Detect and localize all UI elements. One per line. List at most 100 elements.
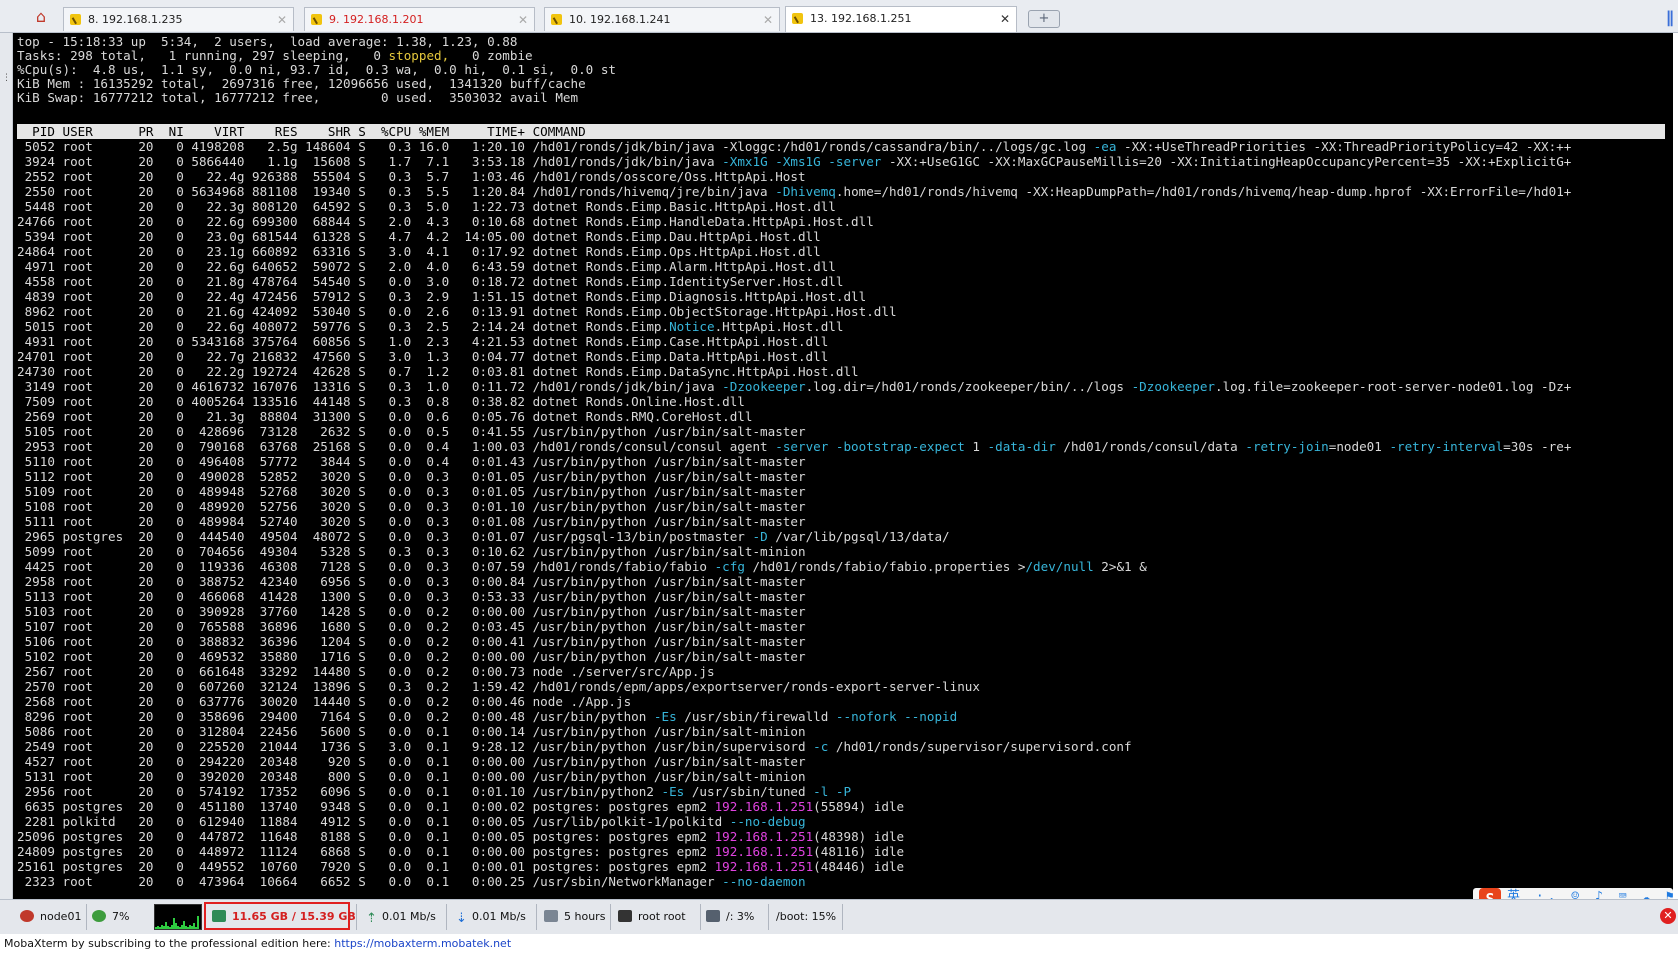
- process-fields: 5107 root 20 0 765588 36896 1680 S 0.0 0…: [17, 619, 533, 634]
- process-row: 5103 root 20 0 390928 37760 1428 S 0.0 0…: [17, 604, 1673, 619]
- process-command: -retry-join: [1245, 439, 1329, 454]
- process-row: 2570 root 20 0 607260 32124 13896 S 0.3 …: [17, 679, 1673, 694]
- process-command: dotnet Ronds.Eimp.IdentityServer.Host.dl…: [532, 274, 844, 289]
- download-arrow-icon: ⇣: [456, 911, 467, 926]
- process-fields: 2569 root 20 0 21.3g 88804 31300 S 0.0 0…: [17, 409, 533, 424]
- process-row: 5112 root 20 0 490028 52852 3020 S 0.0 0…: [17, 469, 1673, 484]
- cpu-graph-bar: [197, 916, 199, 929]
- memory-indicator[interactable]: 11.65 GB / 15.39 GB: [212, 905, 356, 929]
- process-fields: 4839 root 20 0 22.4g 472456 57912 S 0.3 …: [17, 289, 533, 304]
- process-command: /usr/bin/python /usr/bin/supervisord: [532, 739, 814, 754]
- process-command: 1: [964, 439, 988, 454]
- footer-text: MobaXterm by subscribing to the professi…: [4, 937, 335, 950]
- process-row: 3149 root 20 0 4616732 167076 13316 S 0.…: [17, 379, 1673, 394]
- process-row: 2958 root 20 0 388752 42340 6956 S 0.0 0…: [17, 574, 1673, 589]
- process-row: 25096 postgres 20 0 447872 11648 8188 S …: [17, 829, 1673, 844]
- close-tab-icon[interactable]: ✕: [763, 8, 773, 31]
- process-command: /hd01/ronds/epm/apps/exportserver/ronds-…: [532, 679, 980, 694]
- uptime-indicator[interactable]: 5 hours: [544, 905, 605, 929]
- process-command: /usr/bin/python /usr/bin/salt-master: [532, 484, 806, 499]
- process-command: (48446) idle: [813, 859, 905, 874]
- home-icon[interactable]: ⌂: [30, 7, 52, 27]
- process-fields: 2965 postgres 20 0 444540 49504 48072 S …: [17, 529, 533, 544]
- terminal-window[interactable]: top - 15:18:33 up 5:34, 2 users, load av…: [13, 33, 1673, 899]
- process-row: 5102 root 20 0 469532 35880 1716 S 0.0 0…: [17, 649, 1673, 664]
- process-fields: 4527 root 20 0 294220 20348 920 S 0.0 0.…: [17, 754, 533, 769]
- process-fields: 25161 postgres 20 0 449552 10760 7920 S …: [17, 859, 533, 874]
- process-row: 5131 root 20 0 392020 20348 800 S 0.0 0.…: [17, 769, 1673, 784]
- process-row: 4425 root 20 0 119336 46308 7128 S 0.0 0…: [17, 559, 1673, 574]
- process-row: 2567 root 20 0 661648 33292 14480 S 0.0 …: [17, 664, 1673, 679]
- process-command: --nofork --nopid: [835, 709, 958, 724]
- process-command: postgres: postgres epm2: [532, 844, 715, 859]
- process-fields: 5103 root 20 0 390928 37760 1428 S 0.0 0…: [17, 604, 533, 619]
- process-command: /hd01/ronds/jdk/bin/java -Xloggc:/hd01/r…: [532, 139, 1094, 154]
- process-command: postgres: postgres epm2: [532, 799, 715, 814]
- process-command: 192.168.1.251: [714, 799, 814, 814]
- process-command: -Es: [653, 709, 677, 724]
- process-row: 8296 root 20 0 358696 29400 7164 S 0.0 0…: [17, 709, 1673, 724]
- sogou-ime-icon[interactable]: S: [1479, 888, 1501, 899]
- process-row: 5109 root 20 0 489948 52768 3020 S 0.0 0…: [17, 484, 1673, 499]
- process-row: 6635 postgres 20 0 451180 13740 9348 S 0…: [17, 799, 1673, 814]
- tasks-zombie: 0 zombie: [449, 48, 533, 63]
- process-command: /usr/bin/python /usr/bin/salt-master: [532, 589, 806, 604]
- process-command: 192.168.1.251: [714, 859, 814, 874]
- cpu-line: %Cpu(s): 4.8 us, 1.1 sy, 0.0 ni, 93.7 id…: [17, 62, 616, 77]
- close-icon[interactable]: ✕: [1660, 908, 1676, 924]
- process-fields: 5111 root 20 0 489984 52740 3020 S 0.0 0…: [17, 514, 533, 529]
- new-tab-button[interactable]: +: [1028, 10, 1060, 28]
- process-row: 8962 root 20 0 21.6g 424092 53040 S 0.0 …: [17, 304, 1673, 319]
- upload-label: 0.01 Mb/s: [382, 910, 436, 923]
- process-row: 24701 root 20 0 22.7g 216832 47560 S 3.0…: [17, 349, 1673, 364]
- process-row: 4527 root 20 0 294220 20348 920 S 0.0 0.…: [17, 754, 1673, 769]
- process-fields: 5102 root 20 0 469532 35880 1716 S 0.0 0…: [17, 649, 533, 664]
- process-command: dotnet Ronds.Eimp.: [532, 319, 670, 334]
- user-indicator[interactable]: root root: [618, 905, 686, 929]
- cpu-indicator[interactable]: 7%: [92, 905, 129, 929]
- tab-session-1[interactable]: 8. 192.168.1.235 ✕: [63, 7, 294, 31]
- paperclip-icon[interactable]: ∥: [1666, 8, 1674, 27]
- process-command: /var/lib/pgsql/13/data/: [767, 529, 950, 544]
- close-tab-icon[interactable]: ✕: [518, 8, 528, 31]
- process-command: -data-dir: [987, 439, 1056, 454]
- process-command: .HttpApi.Host.dll: [714, 319, 844, 334]
- ime-toolbar[interactable]: S 英 ·, ☺ ♪ ⌨ ☁ ⚑ ▮: [1473, 888, 1673, 899]
- process-row: 2965 postgres 20 0 444540 49504 48072 S …: [17, 529, 1673, 544]
- process-command: (55894) idle: [813, 799, 905, 814]
- ime-tools[interactable]: 英 ·, ☺ ♪ ⌨ ☁ ⚑ ▮: [1507, 889, 1673, 899]
- tasks-stopped: stopped,: [388, 48, 450, 63]
- process-fields: 25096 postgres 20 0 447872 11648 8188 S …: [17, 829, 533, 844]
- process-command: -c: [813, 739, 829, 754]
- upload-indicator[interactable]: ⇡ 0.01 Mb/s: [366, 905, 436, 929]
- download-indicator[interactable]: ⇣ 0.01 Mb/s: [456, 905, 526, 929]
- process-command: dotnet Ronds.Eimp.Dau.HttpApi.Host.dll: [532, 229, 821, 244]
- process-row: 5113 root 20 0 466068 41428 1300 S 0.0 0…: [17, 589, 1673, 604]
- mobaxterm-link[interactable]: https://mobaxterm.mobatek.net: [334, 937, 511, 950]
- process-fields: 24766 root 20 0 22.6g 699300 68844 S 2.0…: [17, 214, 533, 229]
- process-row: 2953 root 20 0 790168 63768 25168 S 0.0 …: [17, 439, 1673, 454]
- process-command: /usr/bin/python /usr/bin/salt-master: [532, 604, 806, 619]
- process-command: node ./server/src/App.js: [532, 664, 715, 679]
- cpu-icon: [92, 910, 106, 922]
- process-fields: 4558 root 20 0 21.8g 478764 54540 S 0.0 …: [17, 274, 533, 289]
- disk-boot-indicator[interactable]: /boot: 15%: [776, 905, 836, 929]
- close-tab-icon[interactable]: ✕: [277, 8, 287, 31]
- process-command: postgres: postgres epm2: [532, 829, 715, 844]
- process-row: 5394 root 20 0 23.0g 681544 61328 S 4.7 …: [17, 229, 1673, 244]
- host-indicator[interactable]: node01: [20, 905, 81, 929]
- tab-session-2[interactable]: 9. 192.168.1.201 ✕: [304, 7, 535, 31]
- disk-root-indicator[interactable]: /: 3%: [706, 905, 754, 929]
- process-command: /usr/bin/python /usr/bin/salt-master: [532, 469, 806, 484]
- process-fields: 2570 root 20 0 607260 32124 13896 S 0.3 …: [17, 679, 533, 694]
- process-row: 5099 root 20 0 704656 49304 5328 S 0.3 0…: [17, 544, 1673, 559]
- tab-session-3[interactable]: 10. 192.168.1.241 ✕: [544, 7, 780, 31]
- tab-session-4[interactable]: 13. 192.168.1.251 ✕: [785, 6, 1017, 32]
- close-tab-icon[interactable]: ✕: [1000, 7, 1010, 31]
- process-command: /hd01/ronds/consul/data: [1055, 439, 1246, 454]
- left-sidebar[interactable]: ⋮: [0, 33, 13, 899]
- process-fields: 5109 root 20 0 489948 52768 3020 S 0.0 0…: [17, 484, 533, 499]
- disk-root-label: /: 3%: [726, 910, 755, 923]
- process-fields: 5110 root 20 0 496408 57772 3844 S 0.0 0…: [17, 454, 533, 469]
- sidebar-handle-icon[interactable]: ⋮: [2, 73, 12, 83]
